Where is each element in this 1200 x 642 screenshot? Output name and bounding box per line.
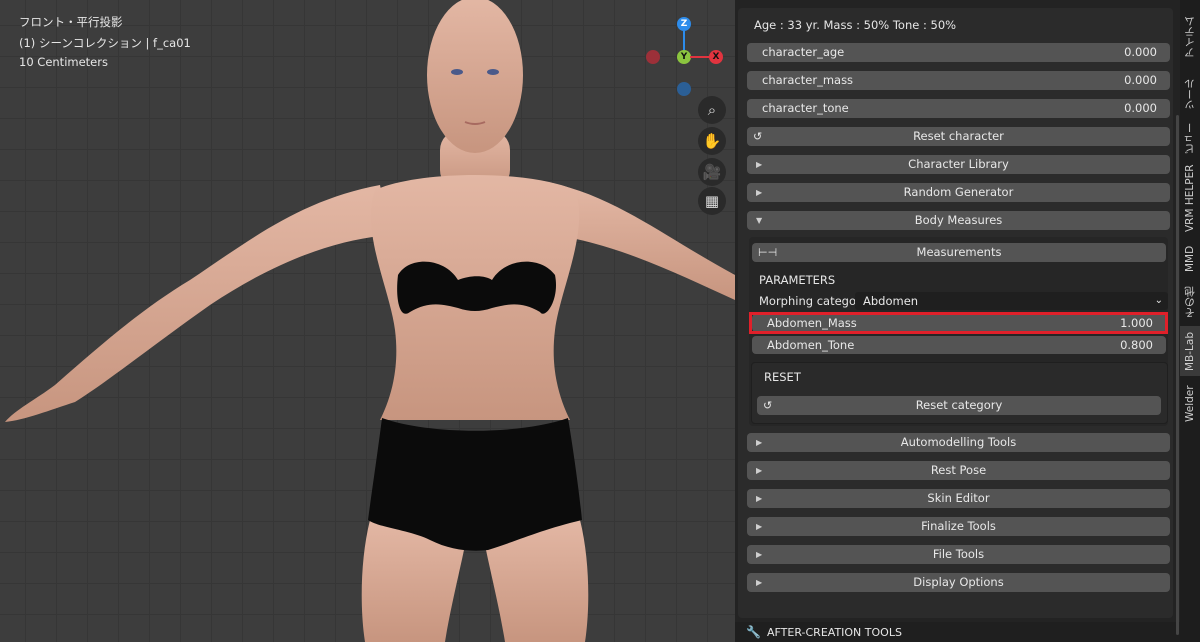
parameters-heading: PARAMETERS [759,273,836,287]
slider-label: character_age [762,45,845,59]
slider-value: 0.800 [1120,338,1153,352]
morph-category-select[interactable]: Abdomen ⌄ [855,292,1168,310]
sidebar-tabs: アイテム ツール ビュー VRM HELPER MMD その他 MB-Lab W… [1180,0,1200,642]
rest-pose-panel[interactable]: ▶ Rest Pose [747,461,1170,480]
character-mass-slider[interactable]: character_mass 0.000 [747,71,1170,90]
tab-mb-lab[interactable]: MB-Lab [1180,326,1200,376]
skin-editor-panel[interactable]: ▶ Skin Editor [747,489,1170,508]
random-generator-panel[interactable]: ▶ Random Generator [747,183,1170,202]
collapsed-arrow-icon: ▶ [756,578,763,587]
gizmo-y-axis[interactable]: Y [677,50,691,64]
body-measures-panel[interactable]: ▼ Body Measures [747,211,1170,230]
highlight-box [749,312,1168,334]
gizmo-x-line [690,56,710,58]
slider-value: 0.000 [1124,45,1157,59]
zoom-icon[interactable]: ⌕ [698,96,726,124]
collapsed-arrow-icon: ▶ [756,494,763,503]
after-creation-tools-header[interactable]: 🔧 AFTER-CREATION TOOLS [735,622,1180,642]
character-tone-slider[interactable]: character_tone 0.000 [747,99,1170,118]
abdomen-tone-slider[interactable]: Abdomen_Tone 0.800 [752,336,1166,354]
collapsed-arrow-icon: ▶ [756,550,763,559]
reset-icon: ↺ [763,399,773,412]
panel-scrollbar[interactable] [1176,115,1179,635]
gizmo-neg-x[interactable] [646,50,660,64]
tab-item[interactable]: アイテム [1180,8,1200,66]
reset-character-button[interactable]: ↺ Reset character [747,127,1170,146]
automodelling-tools-panel[interactable]: ▶ Automodelling Tools [747,433,1170,452]
slider-label: character_tone [762,101,849,115]
character-age-slider[interactable]: character_age 0.000 [747,43,1170,62]
character-model[interactable] [0,0,735,642]
gizmo-z-axis[interactable]: Z [677,17,691,31]
morph-category-label: Morphing categor.. [759,294,867,308]
ruler-icon: ⊢⊣ [758,246,778,259]
collapsed-arrow-icon: ▶ [756,522,763,531]
chevron-down-icon: ⌄ [1154,295,1163,306]
collapsed-arrow-icon: ▶ [756,466,763,475]
reset-category-button[interactable]: ↺ Reset category [757,396,1161,415]
collapsed-arrow-icon: ▶ [756,188,763,197]
gizmo-neg-z[interactable] [677,82,691,96]
finalize-tools-panel[interactable]: ▶ Finalize Tools [747,517,1170,536]
gizmo-x-axis[interactable]: X [709,50,723,64]
tab-other[interactable]: その他 [1180,282,1200,322]
tab-tool[interactable]: ツール [1180,72,1200,116]
tab-welder[interactable]: Welder [1180,380,1200,428]
slider-label: character_mass [762,73,854,87]
camera-icon[interactable]: 🎥 [698,158,726,186]
3d-viewport[interactable]: フロント・平行投影 (1) シーンコレクション | f_ca01 10 Cent… [0,0,735,642]
reset-icon: ↺ [753,130,763,143]
tab-view[interactable]: ビュー [1180,118,1200,158]
slider-label: Abdomen_Tone [767,338,855,352]
tab-vrm-helper[interactable]: VRM HELPER [1180,160,1200,236]
expanded-arrow-icon: ▼ [756,216,763,225]
grid-icon[interactable]: ▦ [698,187,726,215]
collapsed-arrow-icon: ▶ [756,438,763,447]
slider-value: 0.000 [1124,101,1157,115]
collapsed-arrow-icon: ▶ [756,160,763,169]
hand-pan-icon[interactable]: ✋ [698,127,726,155]
slider-value: 0.000 [1124,73,1157,87]
character-library-panel[interactable]: ▶ Character Library [747,155,1170,174]
character-stats: Age : 33 yr. Mass : 50% Tone : 50% [754,18,957,32]
tab-mmd[interactable]: MMD [1180,240,1200,278]
file-tools-panel[interactable]: ▶ File Tools [747,545,1170,564]
display-options-panel[interactable]: ▶ Display Options [747,573,1170,592]
wrench-icon: 🔧 [746,625,761,639]
reset-heading: RESET [764,370,801,384]
measurements-button[interactable]: ⊢⊣ Measurements [752,243,1166,262]
